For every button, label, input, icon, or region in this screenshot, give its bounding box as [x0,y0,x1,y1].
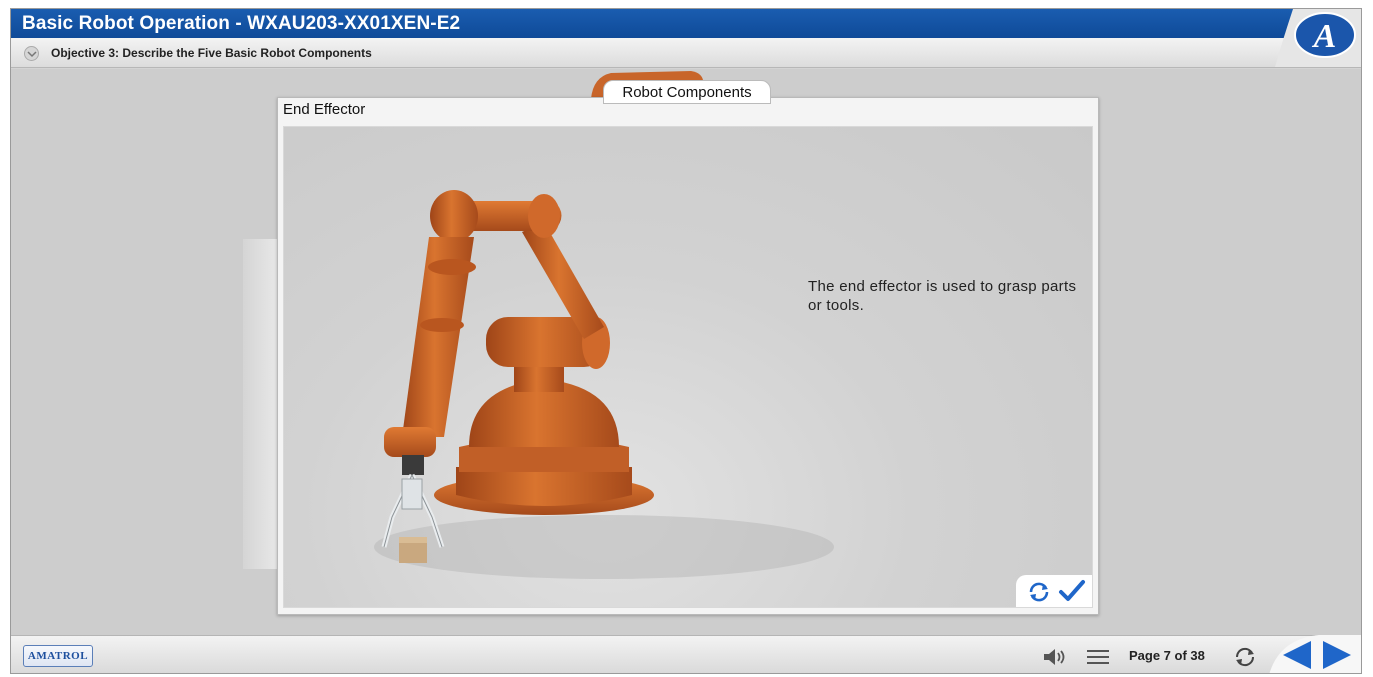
refresh-icon[interactable] [1232,645,1258,669]
course-window: Basic Robot Operation - WXAU203-XX01XEN-… [10,8,1362,674]
panel-controls [1016,575,1092,607]
next-arrow-icon[interactable] [1321,639,1353,671]
footer-bar: AMATROL Page 7 of 38 [11,635,1361,673]
course-title: Basic Robot Operation - WXAU203-XX01XEN-… [11,9,1361,38]
check-icon[interactable] [1058,579,1086,603]
replay-icon[interactable] [1026,580,1052,604]
chevron-down-icon [27,51,37,58]
amatrol-logo: AMATROL [23,645,93,667]
menu-icon[interactable] [1087,649,1109,665]
page-indicator: Page 7 of 38 [1129,648,1205,663]
panel-title: End Effector [283,101,366,118]
objective-bar: Objective 3: Describe the Five Basic Rob… [11,38,1361,68]
logo-letter: A [1312,18,1337,55]
stage: Robot Components End Effector The end ef… [11,69,1361,635]
tab-robot-components[interactable]: Robot Components [603,80,771,104]
popup-panel: End Effector The end effector is used to… [277,97,1099,615]
objective-toggle-button[interactable] [24,46,39,61]
prev-arrow-icon[interactable] [1281,639,1313,671]
panel-description: The end effector is used to grasp parts … [808,278,1077,314]
objective-text: Objective 3: Describe the Five Basic Rob… [51,46,372,60]
logo-icon: A [1275,9,1361,67]
speaker-icon[interactable] [1042,648,1068,666]
panel-content: The end effector is used to grasp parts … [283,126,1093,608]
robot-arm-image [374,190,834,579]
